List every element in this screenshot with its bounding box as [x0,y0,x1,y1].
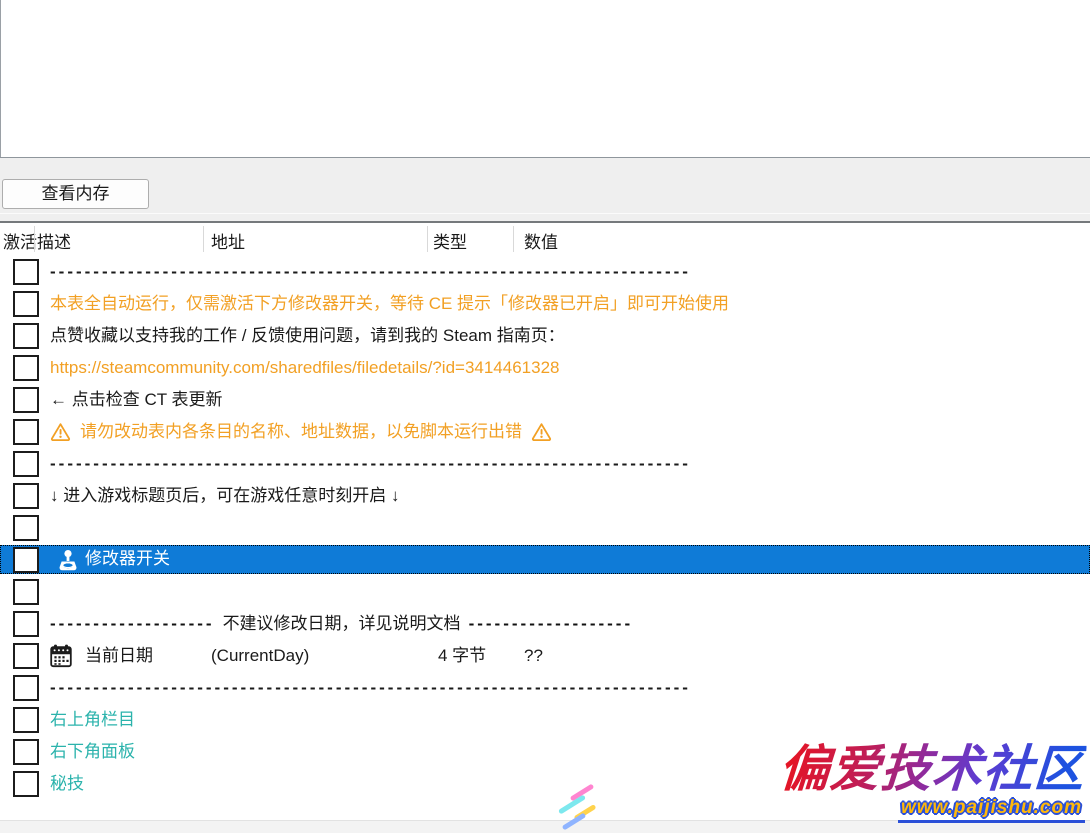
entry-address: (CurrentDay) [211,640,309,671]
row-description: 点赞收藏以支持我的工作 / 反馈使用问题，请到我的 Steam 指南页： [50,320,565,351]
row-description: 秘技 [50,768,84,799]
row-text: 不建议修改日期，详见说明文档 [215,614,469,633]
header-separator [513,226,514,252]
row-checkbox[interactable] [13,611,39,637]
row-checkbox[interactable] [13,707,39,733]
row-text: ------------------- [469,614,634,633]
row-checkbox[interactable] [13,323,39,349]
separator-row[interactable]: ----------------------------------------… [0,448,1090,480]
panel-divider [0,213,1090,223]
watermark: 偏爱技术社区 www.paijishu.com [779,738,1085,823]
header-type: 类型 [433,228,467,253]
row-description: 右下角面板 [50,736,135,767]
trainer-switch-row[interactable]: 修改器开关 [0,545,1090,574]
row-checkbox[interactable] [13,291,39,317]
selected-row-label: 修改器开关 [85,545,170,573]
info-row-support[interactable]: 点赞收藏以支持我的工作 / 反馈使用问题，请到我的 Steam 指南页： [0,320,1090,352]
row-checkbox[interactable] [13,643,39,669]
row-checkbox[interactable] [13,579,39,605]
memory-view-panel [0,0,1090,157]
separator-dashes: ----------------------------------------… [50,256,691,287]
separator-row[interactable]: ----------------------------------------… [0,672,1090,704]
row-description: https://steamcommunity.com/sharedfiles/f… [50,352,560,383]
row-description: ← 点击检查 CT 表更新 [50,384,223,415]
check-update-row[interactable]: ← 点击检查 CT 表更新 [0,384,1090,416]
warning-icon [531,422,552,441]
hint-row-enable[interactable]: ↓ 进入游戏标题页后，可在游戏任意时刻开启 ↓ [0,480,1090,512]
header-separator [427,226,428,252]
row-checkbox[interactable] [13,259,39,285]
row-checkbox[interactable] [13,515,39,541]
warning-text: 请勿改动表内各条目的名称、地址数据，以免脚本运行出错 [80,422,522,441]
view-memory-button[interactable]: 查看内存 [2,179,149,209]
separator-dashes: ----------------------------------------… [50,448,691,479]
entry-description: 当前日期 [85,640,153,671]
table-rows: ------------------- ---------------------… [0,256,1090,800]
header-active: 激活 [3,228,37,253]
row-checkbox[interactable] [13,419,39,445]
header-address: 地址 [211,228,245,253]
watermark-url: www.paijishu.com [898,797,1085,823]
warning-row[interactable]: 请勿改动表内各条目的名称、地址数据，以免脚本运行出错 [0,416,1090,448]
toolbar: 查看内存 [0,157,1090,213]
warning-icon [50,422,71,441]
table-header: 激活 描述 地址 类型 数值 [0,225,1090,256]
row-description: ↓ 进入游戏标题页后，可在游戏任意时刻开启 ↓ [50,480,399,511]
calendar-icon [50,644,72,668]
joystick-icon [57,549,79,572]
empty-row[interactable] [0,512,1090,544]
row-description: 右上角栏目 [50,704,135,735]
row-description: -------------------不建议修改日期，详见说明文档-------… [50,608,633,639]
row-description: 请勿改动表内各条目的名称、地址数据，以免脚本运行出错 [50,416,552,447]
watermark-title: 偏爱技术社区 [777,738,1087,801]
header-separator [34,226,35,252]
current-day-row[interactable]: 当前日期 (CurrentDay) 4 字节?? [0,640,1090,672]
header-value: 数值 [524,228,558,253]
row-checkbox[interactable] [13,483,39,509]
entry-type: 4 字节 [438,640,486,671]
row-text: ------------------- [50,614,215,633]
row-checkbox[interactable] [13,675,39,701]
entry-value: ?? [524,640,543,671]
row-checkbox[interactable] [13,739,39,765]
row-checkbox[interactable] [13,451,39,477]
separator-dashes: ----------------------------------------… [50,672,691,703]
cheat-table: 激活 描述 地址 类型 数值 -------------------------… [0,225,1090,820]
row-checkbox[interactable] [13,547,39,573]
date-warning-row[interactable]: -------------------不建议修改日期，详见说明文档-------… [0,608,1090,640]
header-description: 描述 [37,228,71,253]
top-right-section-row[interactable]: 右上角栏目 [0,704,1090,736]
row-checkbox[interactable] [13,355,39,381]
row-checkbox[interactable] [13,771,39,797]
header-separator [203,226,204,252]
row-checkbox[interactable] [13,387,39,413]
empty-row[interactable] [0,576,1090,608]
row-description: 本表全自动运行，仅需激活下方修改器开关，等待 CE 提示「修改器已开启」即可开始… [50,288,729,319]
steam-guide-link-row[interactable]: https://steamcommunity.com/sharedfiles/f… [0,352,1090,384]
separator-row[interactable]: ----------------------------------------… [0,256,1090,288]
info-row-autorun[interactable]: 本表全自动运行，仅需激活下方修改器开关，等待 CE 提示「修改器已开启」即可开始… [0,288,1090,320]
